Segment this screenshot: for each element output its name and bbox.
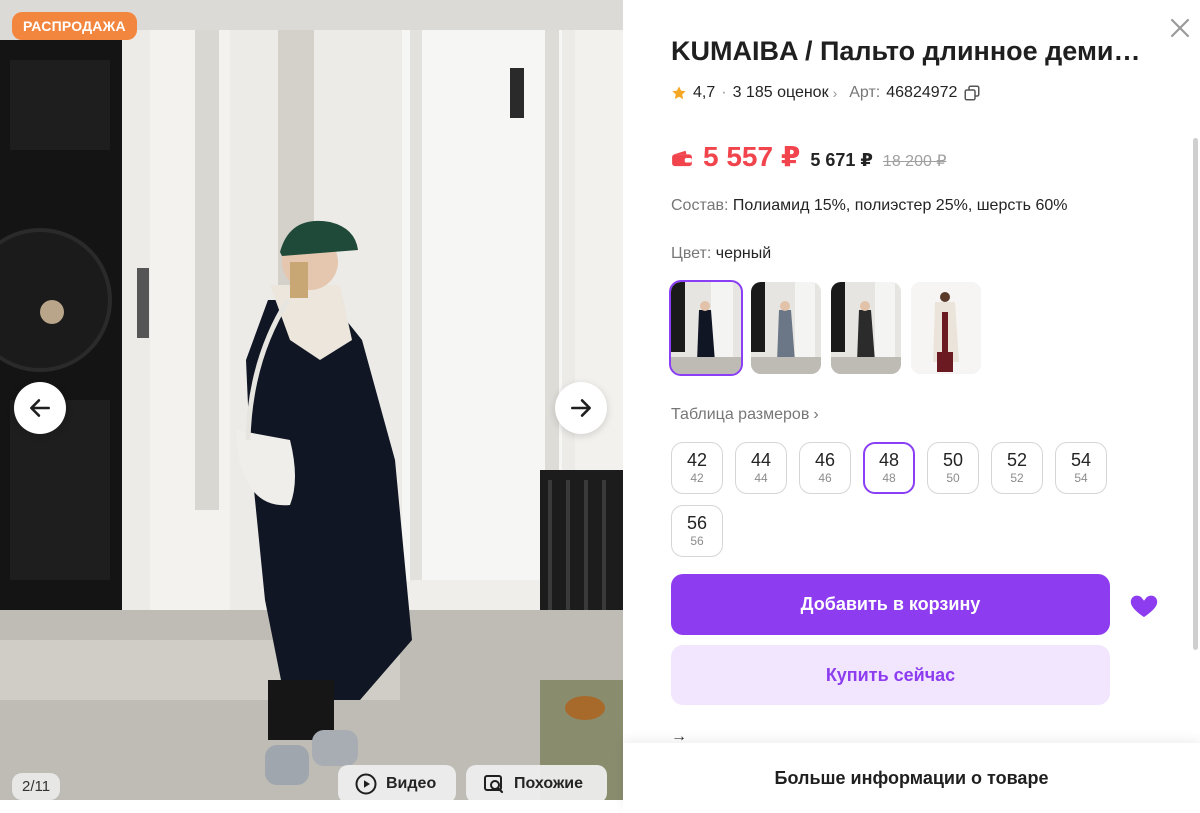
old-price: 18 200 ₽ — [882, 153, 947, 170]
more-info-button[interactable]: Больше информации о товаре — [623, 743, 1200, 813]
arrow-left-icon — [30, 399, 50, 417]
size-option[interactable]: 50 50 — [927, 442, 979, 494]
next-photo-button[interactable] — [555, 382, 607, 434]
size-option-selected[interactable]: 48 48 — [863, 442, 915, 494]
reviews-link[interactable]: 3 185 оценок — [733, 84, 829, 102]
star-icon — [672, 86, 686, 100]
wallet-price: 5 557 ₽ — [703, 141, 801, 172]
scrollbar[interactable] — [1193, 138, 1198, 650]
size-table-link[interactable]: Таблица размеров › — [671, 406, 819, 424]
chevron-right-icon: › — [813, 406, 819, 423]
product-title: KUMAIBA / Пальто длинное деми… — [671, 36, 1141, 66]
rating-value: 4,7 — [693, 84, 716, 101]
size-ru: 56 — [690, 534, 704, 548]
size-ru: 54 — [1074, 471, 1088, 485]
size-number: 42 — [686, 450, 708, 470]
prev-photo-button[interactable] — [14, 382, 66, 434]
size-ru: 44 — [754, 471, 768, 485]
article-number: 46824972 — [886, 84, 958, 101]
product-meta: 4,7 · 3 185 оценок › Арт: 46824972 — [671, 84, 981, 102]
size-number: 46 — [814, 450, 836, 470]
video-label: Видео — [386, 775, 437, 792]
sale-badge: РАСПРОДАЖА — [12, 12, 137, 40]
color-swatches — [669, 280, 981, 376]
composition: Состав: Полиамид 15%, полиэстер 25%, шер… — [671, 197, 1067, 215]
size-selector: 42 42 44 44 46 46 48 48 50 50 52 52 54 54 56 56 — [671, 442, 1111, 557]
size-number: 48 — [878, 450, 900, 470]
copy-icon[interactable] — [963, 84, 981, 102]
size-number: 44 — [750, 450, 772, 470]
swatch-dark[interactable] — [831, 282, 901, 374]
article-label: Арт: — [849, 84, 881, 101]
swatch-thumbnail — [671, 282, 741, 374]
size-ru: 42 — [690, 471, 704, 485]
price-row: 5 557 ₽ 5 671 ₽ 18 200 ₽ — [671, 140, 946, 173]
size-option[interactable]: 56 56 — [671, 505, 723, 557]
arrow-right-icon — [571, 399, 591, 417]
swatch-gray[interactable] — [751, 282, 821, 374]
photo-counter: 2/11 — [12, 773, 61, 800]
regular-price: 5 671 ₽ — [810, 150, 873, 170]
size-number: 54 — [1070, 450, 1092, 470]
product-modal: РАСПРОДАЖА 2/11 Видео Похожие KUMAIBA / … — [0, 0, 1200, 813]
size-ru: 48 — [882, 471, 896, 485]
color-label: Цвет: — [671, 245, 712, 262]
close-icon[interactable] — [1168, 16, 1192, 40]
size-ru: 52 — [1010, 471, 1024, 485]
product-photo — [0, 0, 623, 800]
color-row: Цвет: черный — [671, 245, 771, 263]
size-option[interactable]: 46 46 — [799, 442, 851, 494]
composition-label: Состав: — [671, 197, 729, 214]
swatch-beige[interactable] — [911, 282, 981, 374]
similar-button[interactable]: Похожие — [466, 765, 607, 800]
product-gallery[interactable]: РАСПРОДАЖА 2/11 Видео Похожие — [0, 0, 623, 800]
composition-value: Полиамид 15%, полиэстер 25%, шерсть 60% — [732, 197, 1068, 214]
meta-separator: · — [721, 84, 727, 101]
size-number: 56 — [686, 513, 708, 533]
size-option[interactable]: 42 42 — [671, 442, 723, 494]
heart-icon[interactable] — [1128, 589, 1160, 621]
swatch-black[interactable] — [669, 280, 743, 376]
size-option[interactable]: 44 44 — [735, 442, 787, 494]
size-option[interactable]: 52 52 — [991, 442, 1043, 494]
swatch-thumbnail — [831, 282, 901, 374]
size-table-label: Таблица размеров — [671, 406, 810, 423]
size-number: 52 — [1006, 450, 1028, 470]
color-value: черный — [715, 245, 772, 262]
add-to-cart-button[interactable]: Добавить в корзину — [671, 574, 1110, 635]
similar-label: Похожие — [514, 775, 584, 792]
swatch-thumbnail — [751, 282, 821, 374]
size-number: 50 — [942, 450, 964, 470]
swatch-thumbnail — [911, 282, 981, 374]
buy-now-button[interactable]: Купить сейчас — [671, 645, 1110, 705]
product-info-panel: KUMAIBA / Пальто длинное деми… 4,7 · 3 1… — [623, 0, 1200, 813]
size-option[interactable]: 54 54 — [1055, 442, 1107, 494]
wallet-icon — [672, 150, 692, 166]
chevron-right-icon: › — [832, 85, 838, 101]
size-ru: 46 — [818, 471, 832, 485]
search-similar-icon — [484, 775, 504, 794]
video-button[interactable]: Видео — [338, 765, 456, 800]
size-ru: 50 — [946, 471, 960, 485]
play-icon — [355, 773, 377, 795]
